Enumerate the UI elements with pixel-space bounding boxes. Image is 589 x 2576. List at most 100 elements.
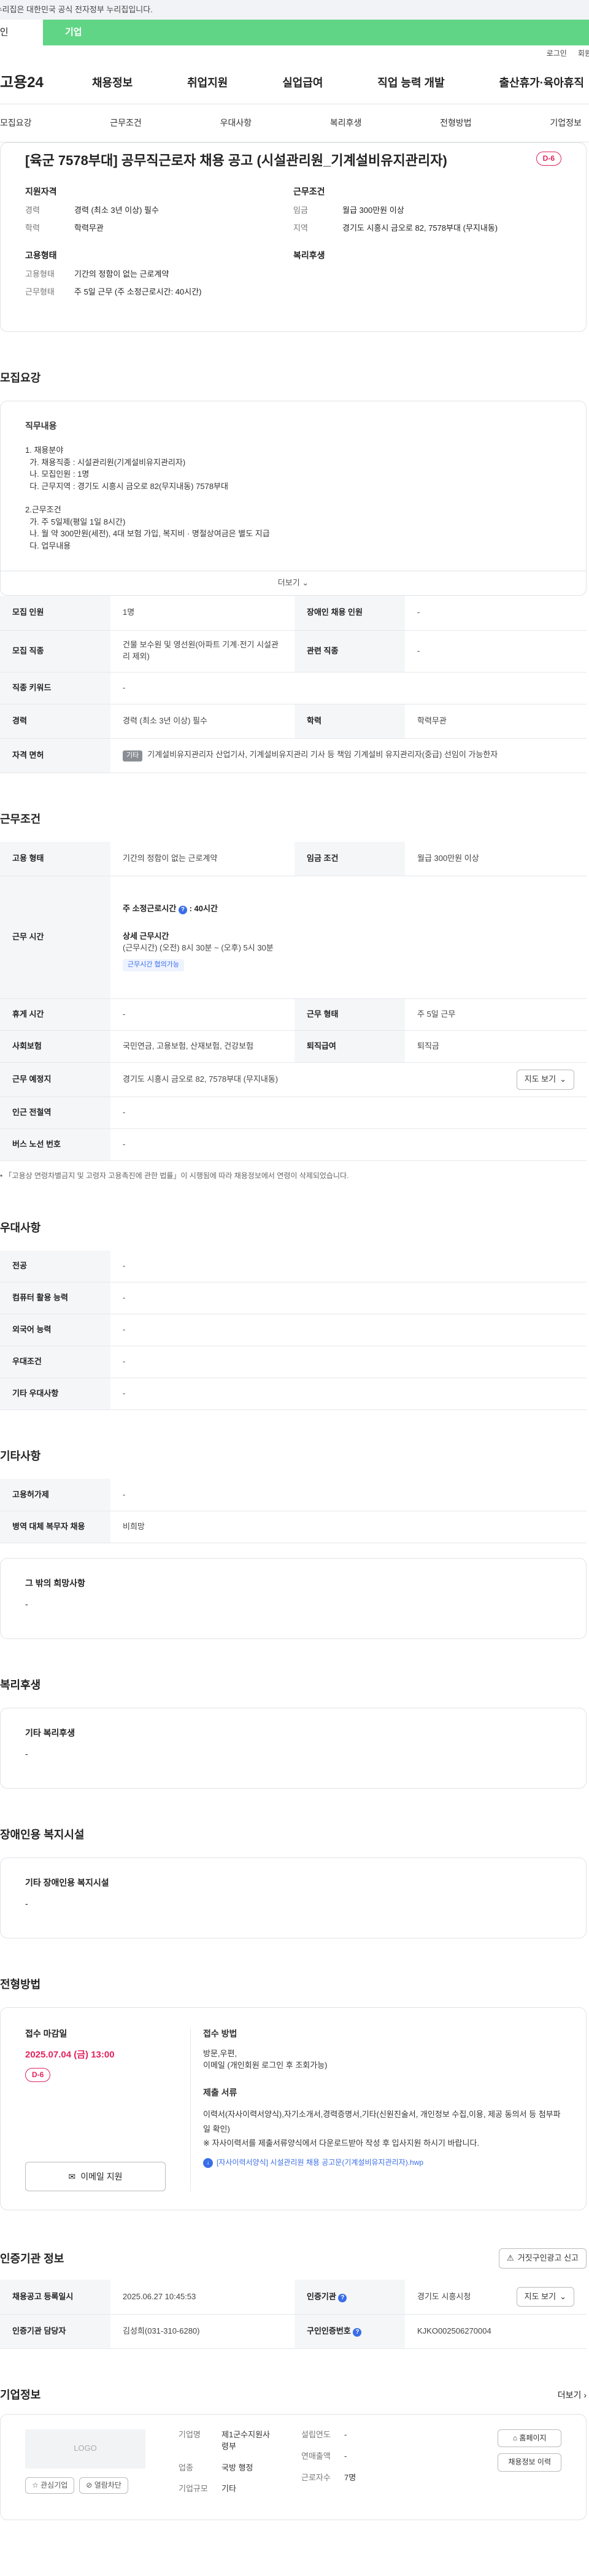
section-nav-item[interactable]: 우대사항: [220, 117, 252, 129]
disability-value: -: [25, 1899, 28, 1909]
section-nav-item[interactable]: 기업정보: [550, 117, 582, 129]
tab-individual[interactable]: 개인: [0, 20, 43, 45]
homepage-button[interactable]: ⌂ 홈페이지: [498, 2429, 561, 2448]
dday-badge: D-6: [536, 152, 561, 166]
dday-badge: D-6: [25, 2068, 51, 2083]
gnb-item[interactable]: 채용정보: [92, 75, 133, 91]
company-key: 기업명: [179, 2429, 201, 2439]
section-nav-item[interactable]: 전형방법: [440, 117, 472, 129]
table-key: 기타 우대사항: [0, 1378, 110, 1411]
block-view-button[interactable]: ⊘ 열람차단: [79, 2477, 128, 2494]
apply-card: 접수 마감일 2025.07.04 (금) 13:00 D-6 ✉ 이메일 지원 …: [0, 2007, 587, 2211]
table-key: 휴게 시간: [0, 998, 110, 1032]
section-nav-item[interactable]: 복리후생: [330, 117, 362, 129]
info-icon[interactable]: ?: [338, 2293, 347, 2302]
table-key: 근무 시간: [0, 876, 110, 1000]
recruit-table: 모집 인원 1명 장애인 채용 인원 - 모집 직종 건물 보수원 및 영선원(아파트 …: [0, 596, 587, 773]
cert-map-button[interactable]: 지도 보기 ⌄: [516, 2286, 574, 2307]
table-value: 2025.06.27 10:45:53: [110, 2280, 294, 2315]
gnb-item[interactable]: 실업급여: [282, 75, 323, 91]
table-key: 경력: [0, 704, 110, 739]
table-key: 자격 면허: [0, 738, 110, 773]
table-row: 기타 우대사항 -: [0, 1378, 587, 1411]
summary-key: 경력: [25, 206, 40, 215]
recruit-section-title: 모집요강: [0, 371, 41, 384]
warning-icon: ⚠: [507, 2253, 514, 2263]
work-table: 고용 형태 기간의 정함이 없는 근로계약 임금 조건 월급 300만원 이상 근무 …: [0, 841, 587, 1162]
job-desc-heading: 직무내용: [25, 421, 57, 431]
job-desc-line: 1. 채용분야: [25, 445, 64, 455]
login-link[interactable]: 로그인: [547, 48, 567, 59]
table-key: 버스 노선 번호: [0, 1128, 110, 1162]
resume-file-link[interactable]: ↓ [자사이력서양식] 시설관리원 채용 공고문(기계설비유지관리자).hwp: [203, 2158, 561, 2169]
summary-value: 학력무관: [74, 223, 104, 233]
work-location: 경기도 시흥시 금오로 82, 7578부대 (무지내동): [123, 1074, 279, 1084]
gnb-item[interactable]: 직업 능력 개발: [377, 75, 444, 91]
docs-line: ※ 자사이력서를 제출서류양식에서 다운로드받아 작성 후 입사지원 하시기 바…: [203, 2138, 480, 2148]
section-nav-item[interactable]: 모집요강: [0, 117, 32, 129]
main-menu: 채용정보 취업지원 실업급여 직업 능력 개발 출산휴가·육아휴직: [92, 75, 589, 91]
section-nav-item[interactable]: 근무조건: [110, 117, 142, 129]
preferences-table: 전공 - 컴퓨터 활용 능력 - 외국어 능력 - 우대조건 - 기타 우대사항 -: [0, 1250, 587, 1411]
info-icon[interactable]: ?: [353, 2327, 362, 2337]
table-value: 퇴직금: [405, 1030, 587, 1063]
job-summary-card: [육군 7578부대] 공무직근로자 채용 공고 (시설관리원_기계설비유지관리…: [0, 142, 587, 332]
table-row: 컴퓨터 활용 능력 -: [0, 1282, 587, 1315]
hours-negotiable-tag: 근무시간 협의가능: [123, 958, 185, 971]
table-key: 장애인 채용 인원: [294, 596, 405, 631]
company-value: 기타: [221, 2484, 236, 2494]
company-key: 설립연도: [301, 2429, 331, 2439]
join-link[interactable]: 회원가입: [578, 48, 589, 59]
etc-table: 고용허가제 - 병역 대체 복무자 채용 비희망: [0, 1479, 587, 1543]
table-key: 인증기관 담당자: [0, 2314, 110, 2349]
favorite-company-button[interactable]: ☆ 관심기업: [25, 2477, 75, 2494]
table-value: -: [110, 1314, 587, 1347]
gnb-item[interactable]: 출산휴가·육아휴직: [499, 75, 584, 91]
table-value: 비희망: [110, 1511, 587, 1543]
table-key: 관련 직종: [294, 630, 405, 673]
company-more-link[interactable]: 더보기 ›: [558, 2389, 587, 2401]
table-key: 외국어 능력: [0, 1314, 110, 1347]
benefits-section-title: 복리후생: [0, 1678, 41, 1691]
company-logo: LOGO: [25, 2429, 145, 2469]
table-key: 병역 대체 복무자 채용: [0, 1511, 110, 1543]
map-button[interactable]: 지도 보기 ⌄: [516, 1070, 574, 1090]
table-value: 주 5일 근무: [405, 998, 587, 1032]
method-line: 방문,우편,: [203, 2049, 237, 2059]
summary-value: 경력 (최소 3년 이상) 필수: [74, 206, 159, 215]
more-button[interactable]: 더보기 ⌄: [1, 571, 586, 595]
gnb-item[interactable]: 취업지원: [187, 75, 228, 91]
table-key: 사회보험: [0, 1030, 110, 1063]
info-icon[interactable]: ?: [178, 906, 187, 915]
recruit-history-button[interactable]: 채용정보 이력: [498, 2453, 561, 2472]
disability-heading: 기타 장애인용 복지시설: [25, 1877, 109, 1888]
summary-key: 임금: [293, 206, 308, 215]
table-key: 구인인증번호: [307, 2326, 351, 2335]
table-value: 김성희(031-310-6280): [110, 2314, 294, 2349]
job-desc-line: 다. 근무지역 : 경기도 시흥시 금오로 82(무지내동) 7578부대: [25, 481, 228, 491]
company-key: 연매출액: [301, 2451, 331, 2461]
table-value: 1명: [110, 596, 294, 631]
table-value: -: [110, 998, 294, 1032]
job-desc-line: 다. 업무내용: [25, 541, 71, 550]
welfare-heading: 복리후생: [293, 250, 325, 260]
summary-value: 기간의 정함이 없는 근로계약: [74, 269, 169, 279]
global-nav: 고용24 채용정보 취업지원 실업급여 직업 능력 개발 출산휴가·육아휴직: [0, 63, 589, 104]
email-apply-button[interactable]: ✉ 이메일 지원: [25, 2162, 166, 2192]
table-row: 전공 -: [0, 1250, 587, 1283]
false-ad-report-button[interactable]: ⚠ 거짓구인광고 신고: [499, 2248, 587, 2269]
mail-icon: ✉: [68, 2172, 76, 2182]
summary-key: 지역: [293, 223, 308, 233]
table-value: -: [405, 630, 587, 673]
site-logo[interactable]: 고용24: [0, 72, 92, 94]
disability-section-title: 장애인용 복지시설: [0, 1828, 85, 1841]
detail-hours-label: 상세 근무시간: [123, 931, 169, 941]
job-desc-line: 나. 모집인원 : 1명: [25, 469, 90, 479]
table-key: 인증기관: [307, 2291, 336, 2301]
method-line: 이메일 (개인회원 로그인 후 조회가능): [203, 2061, 328, 2070]
job-desc-line: 2.근무조건: [25, 505, 61, 515]
tab-company[interactable]: 기업: [43, 20, 589, 45]
company-card: LOGO ☆ 관심기업 ⊘ 열람차단 기업명 제1군수지원사령부 업종 국방 행정 …: [0, 2413, 587, 2521]
table-key: 전공: [0, 1250, 110, 1283]
section-nav: 모집요강 근무조건 우대사항 복리후생 전형방법 기업정보: [0, 104, 589, 142]
